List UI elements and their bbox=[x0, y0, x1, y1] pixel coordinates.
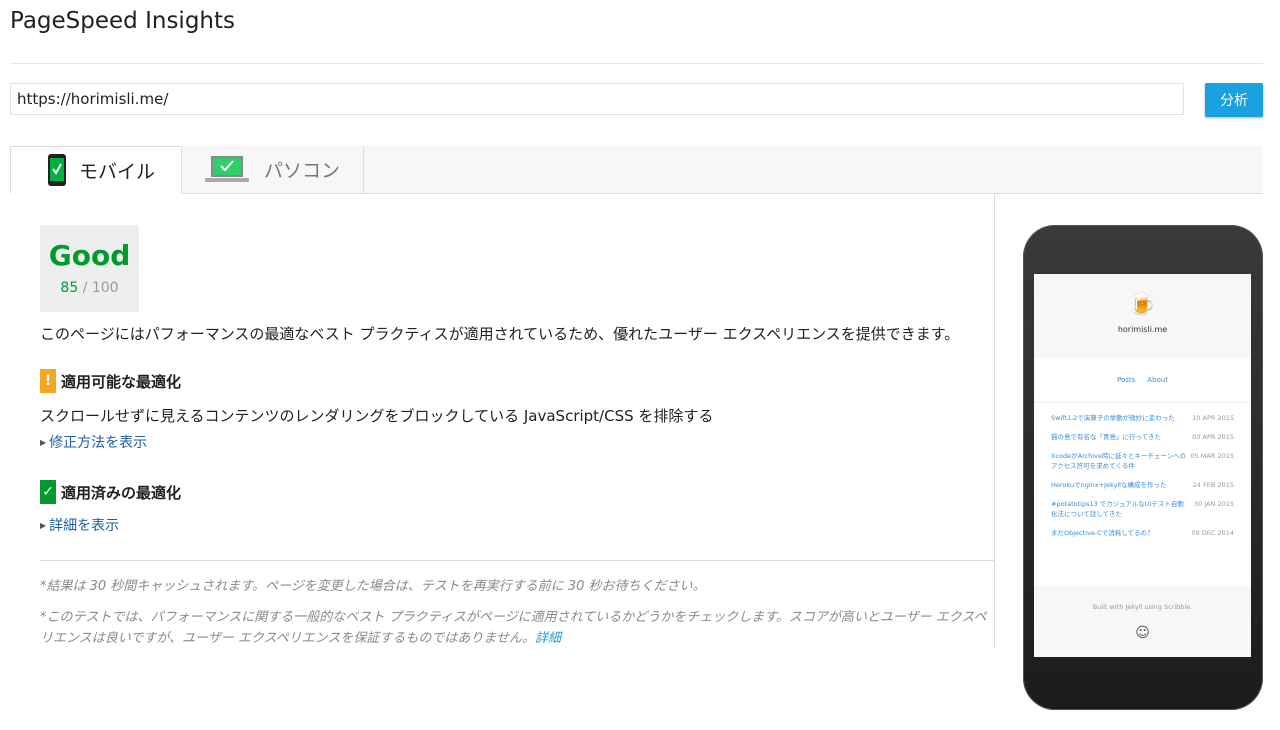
show-fix-link[interactable]: ▶ 修正方法を表示 bbox=[40, 432, 147, 452]
cache-note: *結果は 30 秒間キャッシュされます。ページを変更した場合は、テストを再実行す… bbox=[40, 579, 706, 594]
list-item: 猫の島で有名な「青島」に行ってきた 03 APR 2015 bbox=[1051, 432, 1234, 442]
possible-optimizations-title: 適用可能な最適化 bbox=[61, 372, 182, 391]
tab-mobile-label: モバイル bbox=[79, 160, 156, 183]
list-item: XcodeがArchive時に延々とキーチェーンへのアクセス許可を求めてくる件 0… bbox=[1051, 451, 1234, 471]
post-title: #potatotips13 でカジュアルなUIテスト自動化法について話してきた bbox=[1051, 500, 1184, 518]
list-item: まだObjective-Cで消耗してるの？ 09 DEC 2014 bbox=[1051, 528, 1234, 538]
preview-header: 🍺 horimisli.me bbox=[1034, 274, 1251, 358]
notes-divider bbox=[40, 560, 994, 561]
possible-optimizations-heading: ! 適用可能な最適化 bbox=[40, 369, 181, 393]
post-title: 猫の島で有名な「青島」に行ってきた bbox=[1051, 433, 1161, 441]
list-item: #potatotips13 でカジュアルなUIテスト自動化法について話してきた 3… bbox=[1051, 499, 1234, 519]
beer-logo-icon: 🍺 bbox=[1128, 292, 1157, 317]
score-label: Good bbox=[48, 239, 131, 272]
ghost-mascot-icon: ☺ bbox=[1135, 625, 1150, 641]
post-title: Herokuでnginx+Jekyllな構成を作った bbox=[1051, 481, 1167, 489]
applied-optimizations-title: 適用済みの最適化 bbox=[61, 483, 182, 502]
post-date: 05 MAR 2015 bbox=[1190, 452, 1234, 460]
preview-footer: Built with Jekyll using Scribble. ☺ bbox=[1034, 586, 1251, 657]
tab-mobile[interactable]: モバイル bbox=[10, 146, 182, 194]
post-date: 03 APR 2015 bbox=[1192, 433, 1234, 441]
device-tabs: モバイル パソコン bbox=[10, 146, 1263, 194]
analyze-button[interactable]: 分析 bbox=[1205, 83, 1263, 117]
warning-icon: ! bbox=[40, 369, 56, 393]
summary-text: このページにはパフォーマンスの最適なベスト プラクティスが適用されているため、優… bbox=[40, 325, 960, 343]
show-details-label: 詳細を表示 bbox=[49, 518, 120, 534]
details-link[interactable]: 詳細 bbox=[535, 631, 561, 646]
mobile-check-icon bbox=[48, 154, 66, 186]
post-date: 24 FEB 2015 bbox=[1192, 481, 1234, 489]
disclaimer-note: *このテストでは、パフォーマンスに関する一般的なベスト プラクティスがページに適… bbox=[40, 607, 990, 649]
preview-footer-text: Built with Jekyll using Scribble. bbox=[1092, 603, 1193, 611]
post-date: 09 DEC 2014 bbox=[1191, 529, 1234, 537]
preview-nav: Posts About bbox=[1034, 358, 1251, 403]
preview-post-list: Swift1.2で演算子の挙動が微妙に変わった 10 APR 2015 猫の島で有… bbox=[1034, 403, 1251, 538]
score-max: / 100 bbox=[82, 280, 119, 296]
expand-triangle-icon: ▶ bbox=[40, 437, 47, 447]
disclaimer-text: *このテストでは、パフォーマンスに関する一般的なベスト プラクティスがページに適… bbox=[40, 610, 987, 646]
post-title: まだObjective-Cで消耗してるの？ bbox=[1051, 529, 1154, 537]
expand-triangle-icon: ▶ bbox=[40, 520, 47, 530]
preview-nav-posts: Posts bbox=[1117, 376, 1136, 384]
page-title: PageSpeed Insights bbox=[10, 8, 236, 34]
post-date: 10 APR 2015 bbox=[1192, 414, 1234, 422]
show-fix-label: 修正方法を表示 bbox=[49, 435, 148, 451]
list-item: Swift1.2で演算子の挙動が微妙に変わった 10 APR 2015 bbox=[1051, 413, 1234, 423]
preview-nav-about: About bbox=[1147, 376, 1168, 384]
tab-desktop-label: パソコン bbox=[264, 160, 341, 182]
score-value: 85 bbox=[60, 280, 79, 296]
post-title: Swift1.2で演算子の挙動が微妙に変わった bbox=[1051, 414, 1175, 422]
score-value-line: 85 / 100 bbox=[40, 280, 139, 296]
post-date: 30 JAN 2015 bbox=[1193, 500, 1234, 508]
rule-render-blocking: スクロールせずに見えるコンテンツのレンダリングをブロックしている JavaScr… bbox=[40, 407, 714, 425]
score-card: Good 85 / 100 bbox=[40, 225, 139, 312]
preview-site-name: horimisli.me bbox=[1117, 325, 1168, 334]
laptop-check-icon bbox=[205, 155, 249, 182]
check-icon: ✓ bbox=[40, 480, 56, 504]
url-input[interactable] bbox=[10, 83, 1184, 115]
applied-optimizations-heading: ✓ 適用済みの最適化 bbox=[40, 480, 181, 504]
tab-desktop[interactable]: パソコン bbox=[182, 146, 364, 193]
post-title: XcodeがArchive時に延々とキーチェーンへのアクセス許可を求めてくる件 bbox=[1051, 452, 1187, 470]
show-details-link[interactable]: ▶ 詳細を表示 bbox=[40, 515, 119, 535]
list-item: Herokuでnginx+Jekyllな構成を作った 24 FEB 2015 bbox=[1051, 480, 1234, 490]
phone-screen: 🍺 horimisli.me Posts About Swift1.2で演算子の… bbox=[1034, 274, 1251, 657]
content-divider bbox=[994, 194, 995, 648]
header-divider bbox=[10, 63, 1263, 64]
